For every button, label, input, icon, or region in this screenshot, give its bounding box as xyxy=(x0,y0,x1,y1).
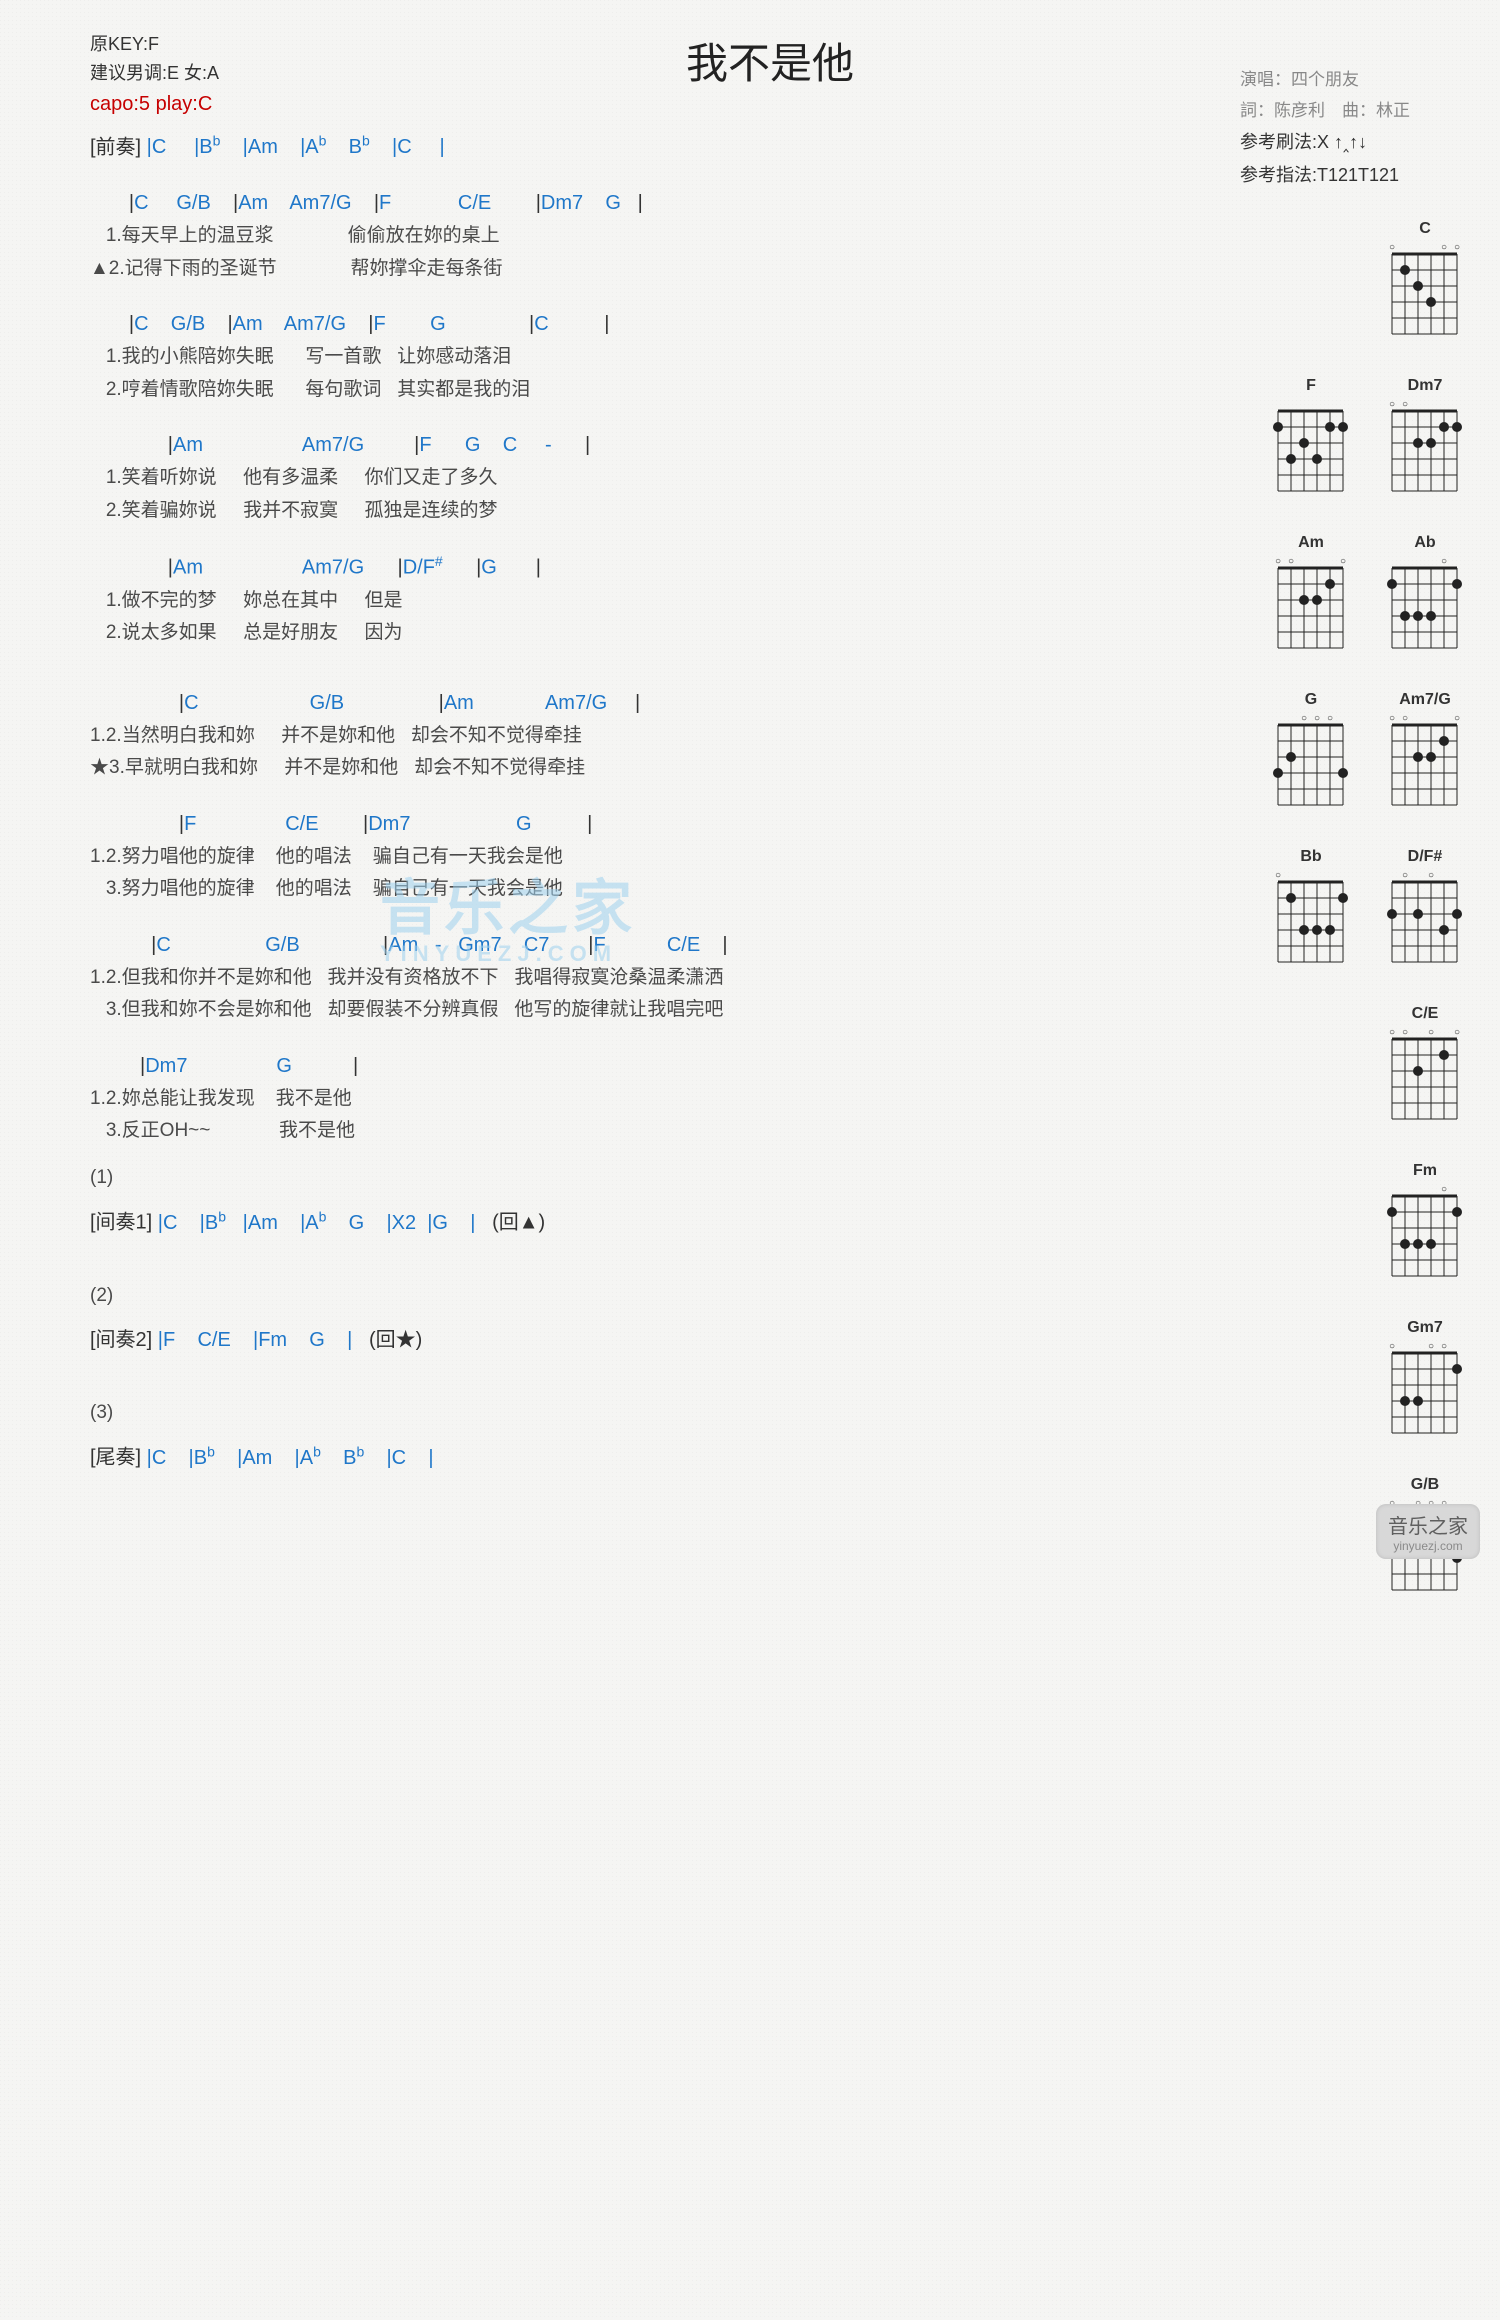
svg-text:○: ○ xyxy=(1402,1027,1408,1038)
svg-text:○: ○ xyxy=(1428,870,1434,881)
chord-diagram-g: G○○○ xyxy=(1268,691,1354,818)
inter1-label: [间奏1] xyxy=(90,1212,152,1234)
svg-text:○: ○ xyxy=(1389,242,1395,253)
chord-diagram-df: D/F#○○ xyxy=(1382,848,1468,975)
svg-text:○: ○ xyxy=(1340,556,1346,567)
chord-diagram-gm7: Gm7○○○ xyxy=(1382,1319,1468,1446)
svg-text:○: ○ xyxy=(1402,713,1408,724)
svg-text:○: ○ xyxy=(1301,713,1307,724)
inter1-chords: |C |Bb |Am |Ab G |X2 |G | xyxy=(152,1212,492,1234)
svg-text:○: ○ xyxy=(1441,1184,1447,1195)
chord-diagram-am7g: Am7/G○○○ xyxy=(1382,691,1468,818)
chord-diagram-f: F xyxy=(1268,377,1354,504)
meta-right: 演唱：四个朋友 詞：陈彦利 曲：林正 参考刷法:X ↑‸↑↓ 参考指法:T121… xyxy=(1240,65,1410,191)
footer-logo: 音乐之家 yinyuezj.com xyxy=(1376,1504,1480,1559)
chord-diagrams: C○○○FDm7○○Am○○○Ab○G○○○Am7/G○○○Bb○D/F#○○C… xyxy=(1228,220,1468,1633)
svg-text:○: ○ xyxy=(1389,713,1395,724)
svg-text:○: ○ xyxy=(1454,713,1460,724)
svg-text:○: ○ xyxy=(1428,1027,1434,1038)
svg-text:○: ○ xyxy=(1389,399,1395,410)
svg-text:○: ○ xyxy=(1428,1341,1434,1352)
svg-text:○: ○ xyxy=(1275,870,1281,881)
svg-text:○: ○ xyxy=(1454,1027,1460,1038)
outro-chords: |C |Bb |Am |Ab Bb |C | xyxy=(141,1447,433,1469)
svg-text:○: ○ xyxy=(1288,556,1294,567)
svg-text:○: ○ xyxy=(1441,242,1447,253)
svg-text:○: ○ xyxy=(1275,556,1281,567)
svg-text:○: ○ xyxy=(1441,1341,1447,1352)
chord-diagram-bb: Bb○ xyxy=(1268,848,1354,975)
intro-chords: |C |Bb |Am |Ab Bb |C | xyxy=(141,136,445,158)
svg-text:○: ○ xyxy=(1454,242,1460,253)
svg-text:○: ○ xyxy=(1402,870,1408,881)
chord-diagram-fm: Fm○ xyxy=(1382,1162,1468,1289)
svg-text:○: ○ xyxy=(1314,713,1320,724)
outro-label: [尾奏] xyxy=(90,1447,141,1469)
svg-text:○: ○ xyxy=(1389,1027,1395,1038)
svg-text:○: ○ xyxy=(1389,1341,1395,1352)
chord-diagram-am: Am○○○ xyxy=(1268,534,1354,661)
chord-diagram-dm7: Dm7○○ xyxy=(1382,377,1468,504)
svg-text:○: ○ xyxy=(1441,556,1447,567)
chord-line: |C G/B |Am Am7/G |F C/E |Dm7 G | xyxy=(90,188,1450,218)
inter2-chords: |F C/E |Fm G | xyxy=(152,1329,369,1351)
intro-label: [前奏] xyxy=(90,136,141,158)
inter2-label: [间奏2] xyxy=(90,1329,152,1351)
svg-text:○: ○ xyxy=(1327,713,1333,724)
chord-diagram-c: C○○○ xyxy=(1382,220,1468,347)
chord-diagram-ce: C/E○○○○ xyxy=(1382,1005,1468,1132)
chord-diagram-ab: Ab○ xyxy=(1382,534,1468,661)
svg-text:○: ○ xyxy=(1402,399,1408,410)
